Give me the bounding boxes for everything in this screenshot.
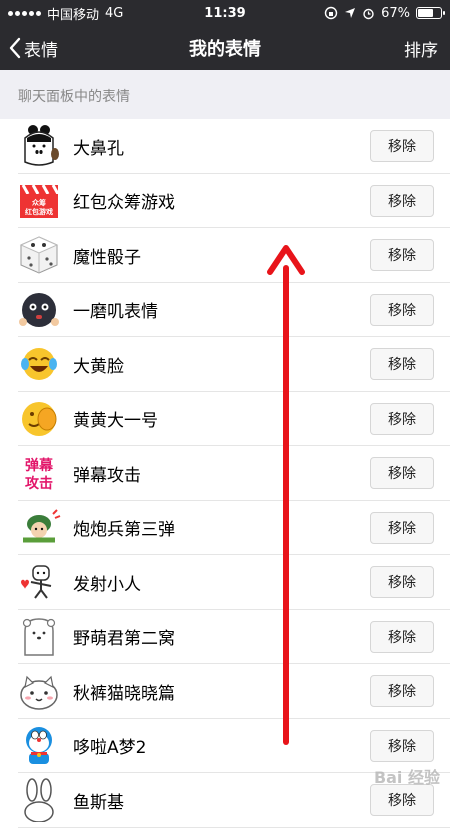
remove-button[interactable]: 移除: [370, 620, 434, 653]
icon-text-bottom: 攻击: [25, 475, 53, 492]
network-label: 4G: [105, 5, 124, 21]
big-yellow-face-icon: [17, 397, 61, 441]
cat-icon: [17, 669, 61, 713]
remove-button[interactable]: 移除: [370, 729, 434, 762]
laughing-crying-emoji-icon: [17, 342, 61, 386]
back-label: 表情: [24, 40, 58, 61]
dark-face-icon: [17, 288, 61, 332]
section-title: 聊天面板中的表情: [18, 89, 130, 105]
alarm-icon: [363, 8, 374, 19]
rabbit-icon: [17, 778, 61, 823]
item-name: 魔性骰子: [73, 247, 141, 268]
item-name: 发射小人: [73, 574, 141, 595]
remove-button[interactable]: 移除: [370, 511, 434, 544]
danmaku-icon: 弹幕 攻击: [17, 451, 61, 495]
remove-button[interactable]: 移除: [370, 293, 434, 326]
list-item: 秋裤猫晓晓篇 移除: [0, 664, 450, 719]
back-button[interactable]: 表情: [8, 26, 58, 70]
remove-button[interactable]: 移除: [370, 566, 434, 599]
list-item: 鱼斯基 移除: [0, 773, 450, 828]
sticker-list: 大鼻孔 移除 众筹 红包游戏 红包众筹游戏 移除 魔性骰子 移除 一磨叽表情 移…: [0, 119, 450, 828]
chevron-left-icon: [9, 37, 21, 59]
remove-button[interactable]: 移除: [370, 184, 434, 217]
item-name: 鱼斯基: [73, 792, 124, 813]
item-name: 黄黄大一号: [73, 411, 158, 432]
list-item: 大鼻孔 移除: [0, 119, 450, 174]
list-item: 野萌君第二窝 移除: [0, 610, 450, 665]
item-name: 一磨叽表情: [73, 302, 158, 323]
icon-text-top: 弹幕: [25, 457, 54, 474]
remove-button[interactable]: 移除: [370, 675, 434, 708]
nav-bar: 表情 我的表情 排序: [0, 26, 450, 70]
remove-button[interactable]: 移除: [370, 130, 434, 163]
nostril-face-icon: [17, 124, 61, 168]
page-title: 我的表情: [189, 39, 261, 60]
status-right: 67%: [324, 5, 445, 21]
list-item: 大黄脸 移除: [0, 337, 450, 392]
remove-button[interactable]: 移除: [370, 784, 434, 817]
status-bar: 中国移动 4G 11:39 67%: [0, 0, 450, 26]
item-name: 弹幕攻击: [73, 465, 141, 486]
red-envelope-game-icon: 众筹 红包游戏: [17, 179, 61, 223]
remove-button[interactable]: 移除: [370, 348, 434, 381]
carrier-label: 中国移动: [47, 7, 100, 23]
signal-icon: [8, 10, 41, 16]
list-item: 一磨叽表情 移除: [0, 283, 450, 338]
list-item: 发射小人 移除: [0, 555, 450, 610]
list-item: 哆啦A梦2 移除: [0, 719, 450, 774]
artillery-soldier-icon: [17, 506, 61, 550]
doraemon-icon: [17, 724, 61, 768]
remove-button[interactable]: 移除: [370, 457, 434, 490]
list-item: 黄黄大一号 移除: [0, 392, 450, 447]
item-name: 秋裤猫晓晓篇: [73, 683, 175, 704]
item-name: 炮炮兵第三弹: [73, 520, 175, 541]
battery-percent: 67%: [381, 5, 410, 21]
status-left: 中国移动 4G: [8, 4, 123, 23]
item-name: 大黄脸: [73, 356, 124, 377]
location-icon: [345, 8, 356, 18]
list-item: 魔性骰子 移除: [0, 228, 450, 283]
list-item: 众筹 红包游戏 红包众筹游戏 移除: [0, 174, 450, 229]
battery-icon: [416, 7, 445, 19]
sort-button[interactable]: 排序: [404, 26, 438, 70]
remove-button[interactable]: 移除: [370, 402, 434, 435]
item-name: 红包众筹游戏: [73, 193, 175, 214]
dice-icon: [17, 233, 61, 277]
launch-person-icon: [17, 560, 61, 604]
item-name: 野萌君第二窝: [73, 629, 175, 650]
item-name: 哆啦A梦2: [73, 738, 147, 759]
cute-bear-icon: [17, 615, 61, 659]
icon-text-bottom: 红包游戏: [25, 207, 53, 216]
list-item: 弹幕 攻击 弹幕攻击 移除: [0, 446, 450, 501]
icon-text-top: 众筹: [32, 198, 46, 207]
orientation-lock-icon: [324, 6, 338, 20]
remove-button[interactable]: 移除: [370, 239, 434, 272]
list-item: 炮炮兵第三弹 移除: [0, 501, 450, 556]
item-name: 大鼻孔: [73, 138, 124, 159]
